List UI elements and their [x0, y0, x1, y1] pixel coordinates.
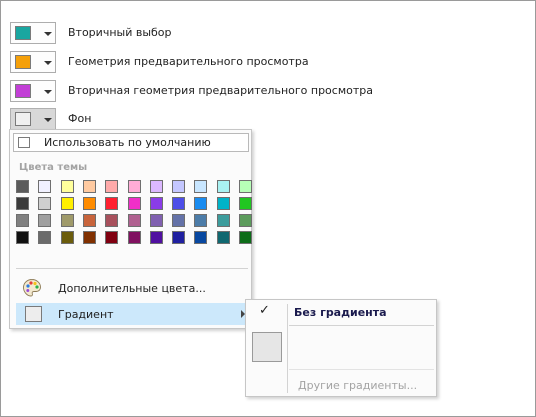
theme-color-swatch[interactable]	[194, 214, 207, 227]
divider	[289, 369, 434, 370]
divider	[16, 268, 248, 269]
theme-color-swatch[interactable]	[16, 214, 29, 227]
divider	[289, 325, 434, 326]
background-label: Фон	[68, 112, 92, 125]
theme-color-swatch[interactable]	[217, 231, 230, 244]
theme-color-swatch[interactable]	[150, 231, 163, 244]
more-gradients-option: Другие градиенты...	[298, 379, 418, 392]
theme-color-swatch[interactable]	[194, 231, 207, 244]
gradient-menu-item[interactable]: Градиент	[16, 303, 250, 325]
theme-color-swatch[interactable]	[83, 214, 96, 227]
chevron-down-icon[interactable]	[40, 113, 55, 127]
gradient-preview-swatch[interactable]	[252, 332, 282, 362]
secondary-preview-geometry-swatch	[15, 84, 31, 98]
color-dropdown-panel: Использовать по умолчанию Цвета темы Доп…	[9, 129, 252, 329]
secondary-preview-geometry-color-picker[interactable]	[10, 80, 56, 102]
theme-color-swatch[interactable]	[150, 197, 163, 210]
theme-color-swatch[interactable]	[61, 214, 74, 227]
theme-color-swatch[interactable]	[105, 197, 118, 210]
theme-color-swatch[interactable]	[217, 214, 230, 227]
gradient-submenu: ✓ Без градиента Другие градиенты...	[245, 299, 437, 397]
more-colors-item[interactable]: Дополнительные цвета...	[16, 277, 250, 299]
theme-color-swatch[interactable]	[194, 180, 207, 193]
secondary-preview-geometry-label: Вторичная геометрия предварительного про…	[68, 84, 373, 97]
no-gradient-option[interactable]: Без градиента	[294, 306, 387, 319]
theme-color-swatch[interactable]	[61, 197, 74, 210]
use-default-label: Использовать по умолчанию	[44, 136, 211, 149]
theme-color-swatch[interactable]	[172, 214, 185, 227]
theme-color-swatch[interactable]	[172, 197, 185, 210]
theme-color-swatch[interactable]	[150, 180, 163, 193]
theme-color-swatch[interactable]	[239, 180, 252, 193]
check-icon: ✓	[259, 303, 270, 318]
theme-colors-header: Цвета темы	[19, 162, 88, 173]
theme-color-swatch[interactable]	[16, 231, 29, 244]
theme-color-swatch[interactable]	[194, 197, 207, 210]
theme-color-swatch[interactable]	[61, 180, 74, 193]
theme-color-swatch[interactable]	[150, 214, 163, 227]
theme-color-swatch[interactable]	[16, 180, 29, 193]
more-colors-label: Дополнительные цвета...	[58, 282, 206, 295]
theme-color-swatch[interactable]	[61, 231, 74, 244]
theme-color-swatch[interactable]	[83, 197, 96, 210]
palette-icon	[23, 279, 41, 297]
gradient-preview-box	[25, 306, 42, 322]
theme-color-swatch[interactable]	[38, 231, 51, 244]
preview-geometry-swatch	[15, 55, 31, 69]
theme-color-swatch[interactable]	[128, 214, 141, 227]
theme-color-swatch[interactable]	[16, 197, 29, 210]
theme-color-swatch[interactable]	[83, 231, 96, 244]
theme-color-swatch[interactable]	[38, 197, 51, 210]
theme-color-swatch[interactable]	[105, 214, 118, 227]
theme-color-swatch[interactable]	[172, 180, 185, 193]
chevron-down-icon[interactable]	[40, 56, 55, 70]
theme-color-swatch[interactable]	[128, 180, 141, 193]
theme-color-swatch[interactable]	[239, 231, 252, 244]
use-default-button[interactable]: Использовать по умолчанию	[13, 133, 249, 152]
theme-color-swatch[interactable]	[128, 231, 141, 244]
theme-color-swatch[interactable]	[105, 180, 118, 193]
background-color-picker[interactable]	[10, 108, 56, 130]
secondary-selection-color-picker[interactable]	[10, 22, 56, 44]
secondary-selection-label: Вторичный выбор	[68, 26, 172, 39]
theme-color-swatch[interactable]	[128, 197, 141, 210]
chevron-down-icon[interactable]	[40, 85, 55, 99]
default-color-box	[18, 137, 30, 148]
secondary-selection-swatch	[15, 26, 31, 40]
preview-geometry-label: Геометрия предварительного просмотра	[68, 55, 309, 68]
theme-color-swatch[interactable]	[105, 231, 118, 244]
dialog-frame: Вторичный выбор Геометрия предварительно…	[0, 0, 536, 417]
theme-color-swatch[interactable]	[239, 197, 252, 210]
theme-color-swatch[interactable]	[239, 214, 252, 227]
theme-color-swatch[interactable]	[38, 214, 51, 227]
theme-color-swatch[interactable]	[83, 180, 96, 193]
background-swatch	[15, 112, 31, 126]
theme-color-swatch[interactable]	[38, 180, 51, 193]
gradient-label: Градиент	[58, 308, 114, 321]
theme-color-swatch[interactable]	[172, 231, 185, 244]
theme-color-swatch[interactable]	[217, 197, 230, 210]
theme-color-swatch[interactable]	[217, 180, 230, 193]
divider	[287, 304, 288, 393]
preview-geometry-color-picker[interactable]	[10, 51, 56, 73]
chevron-down-icon[interactable]	[40, 27, 55, 41]
